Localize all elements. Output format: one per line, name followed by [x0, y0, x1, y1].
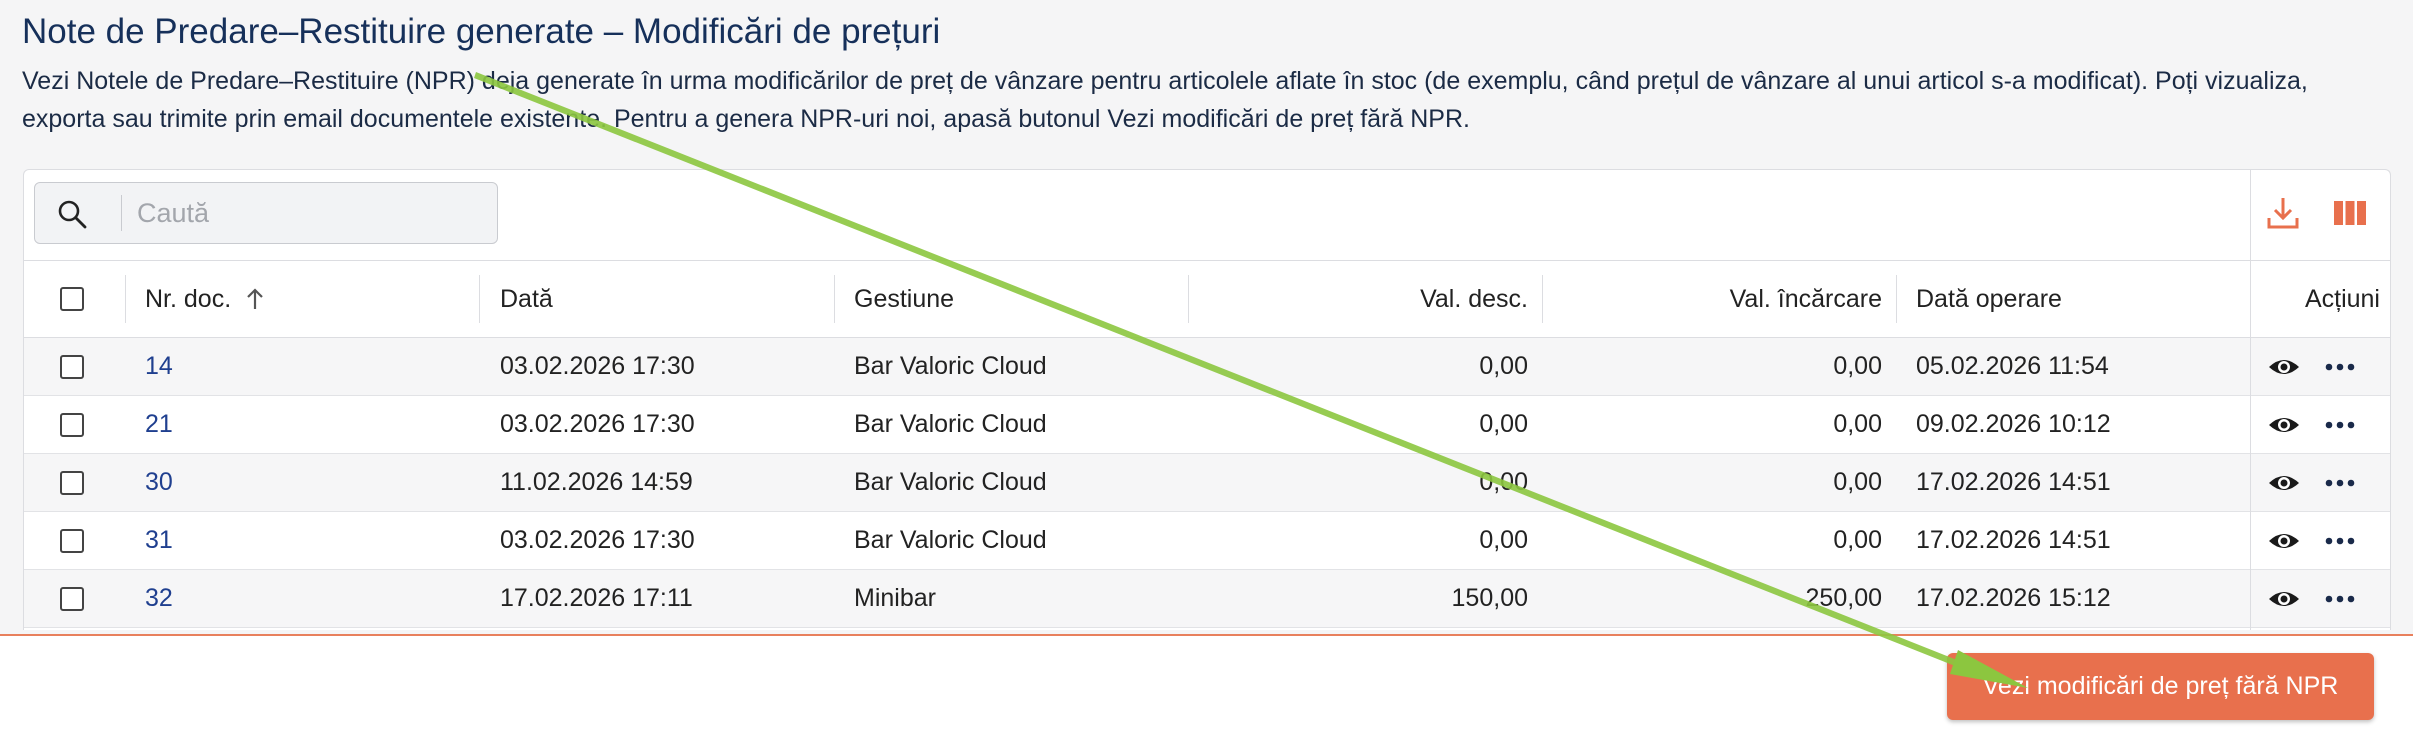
sort-ascending-icon[interactable]	[245, 287, 265, 311]
gestiune: Minibar	[854, 584, 936, 612]
row-checkbox[interactable]	[60, 586, 84, 611]
header-gestiune[interactable]: Gestiune	[854, 261, 1184, 337]
npr-table-panel: Nr. doc. Dată Gestiune Val. desc. Val. î…	[23, 169, 2391, 630]
header-nr-doc[interactable]: Nr. doc.	[145, 261, 345, 337]
doc-number-link[interactable]: 32	[145, 570, 445, 627]
doc-number-link[interactable]: 14	[145, 338, 445, 395]
data-operare: 17.02.2026 14:51	[1916, 468, 2111, 496]
doc-number-link[interactable]: 21	[145, 396, 445, 453]
gestiune: Bar Valoric Cloud	[854, 526, 1047, 554]
column-divider	[834, 275, 835, 323]
data-operare: 05.02.2026 11:54	[1916, 352, 2109, 380]
doc-date: 17.02.2026 17:11	[500, 584, 693, 612]
page-description: Vezi Notele de Predare–Restituire (NPR) …	[22, 67, 2308, 133]
header-val-incarcare[interactable]: Val. încărcare	[1542, 261, 1882, 337]
table-row: 31 03.02.2026 17:30 Bar Valoric Cloud 0,…	[24, 512, 2390, 570]
more-options-icon[interactable]	[2324, 352, 2356, 382]
row-select-cell	[60, 338, 100, 395]
data-operare: 17.02.2026 14:51	[1916, 526, 2111, 554]
val-incarcare: 0,00	[1833, 410, 1882, 438]
table-row: 21 03.02.2026 17:30 Bar Valoric Cloud 0,…	[24, 396, 2390, 454]
column-divider	[479, 275, 480, 323]
more-options-icon[interactable]	[2324, 468, 2356, 498]
row-select-cell	[60, 454, 100, 511]
more-options-icon[interactable]	[2324, 410, 2356, 440]
view-price-changes-without-npr-button[interactable]: Vezi modificări de preț fără NPR	[1947, 653, 2374, 720]
row-select-cell	[60, 570, 100, 627]
doc-date: 03.02.2026 17:30	[500, 410, 695, 438]
table-row: 30 11.02.2026 14:59 Bar Valoric Cloud 0,…	[24, 454, 2390, 512]
data-operare: 09.02.2026 10:12	[1916, 410, 2111, 438]
table-header: Nr. doc. Dată Gestiune Val. desc. Val. î…	[24, 260, 2390, 338]
page-title: Note de Predare–Restituire generate – Mo…	[22, 12, 941, 51]
row-checkbox[interactable]	[60, 354, 84, 379]
header-val-desc[interactable]: Val. desc.	[1188, 261, 1528, 337]
val-incarcare: 250,00	[1805, 584, 1882, 612]
select-all-cell	[60, 261, 100, 337]
header-data[interactable]: Dată	[500, 261, 820, 337]
val-desc: 0,00	[1479, 526, 1528, 554]
row-select-cell	[60, 512, 100, 569]
row-checkbox[interactable]	[60, 528, 84, 553]
view-eye-icon[interactable]	[2268, 468, 2300, 498]
column-divider	[1896, 275, 1897, 323]
select-all-checkbox[interactable]	[60, 287, 84, 311]
gestiune: Bar Valoric Cloud	[854, 352, 1047, 380]
view-eye-icon[interactable]	[2268, 584, 2300, 614]
search-box[interactable]	[34, 182, 498, 244]
gestiune: Bar Valoric Cloud	[854, 468, 1047, 496]
val-incarcare: 0,00	[1833, 468, 1882, 496]
gestiune: Bar Valoric Cloud	[854, 410, 1047, 438]
table-row: 32 17.02.2026 17:11 Minibar 150,00 250,0…	[24, 570, 2390, 628]
val-desc: 0,00	[1479, 410, 1528, 438]
data-operare: 17.02.2026 15:12	[1916, 584, 2111, 612]
view-eye-icon[interactable]	[2268, 352, 2300, 382]
columns-icon[interactable]	[2332, 195, 2368, 231]
doc-date: 11.02.2026 14:59	[500, 468, 693, 496]
val-incarcare: 0,00	[1833, 526, 1882, 554]
search-divider	[121, 195, 122, 231]
doc-number-link[interactable]: 31	[145, 512, 445, 569]
doc-date: 03.02.2026 17:30	[500, 526, 695, 554]
more-options-icon[interactable]	[2324, 584, 2356, 614]
download-icon[interactable]	[2265, 195, 2301, 231]
val-incarcare: 0,00	[1833, 352, 1882, 380]
row-checkbox[interactable]	[60, 470, 84, 495]
header-data-operare[interactable]: Dată operare	[1916, 261, 2236, 337]
search-input[interactable]	[137, 183, 477, 243]
row-checkbox[interactable]	[60, 412, 84, 437]
search-icon	[58, 200, 87, 229]
row-select-cell	[60, 396, 100, 453]
header-nr-doc-label: Nr. doc.	[145, 284, 232, 313]
doc-number-link[interactable]: 30	[145, 454, 445, 511]
header-actiuni: Acțiuni	[2304, 284, 2380, 313]
val-desc: 0,00	[1479, 468, 1528, 496]
table-row: 14 03.02.2026 17:30 Bar Valoric Cloud 0,…	[24, 338, 2390, 396]
view-eye-icon[interactable]	[2268, 526, 2300, 556]
actions-column-divider	[2250, 170, 2251, 630]
val-desc: 0,00	[1479, 352, 1528, 380]
val-desc: 150,00	[1451, 584, 1528, 612]
view-eye-icon[interactable]	[2268, 410, 2300, 440]
column-divider	[125, 275, 126, 323]
more-options-icon[interactable]	[2324, 526, 2356, 556]
doc-date: 03.02.2026 17:30	[500, 352, 695, 380]
